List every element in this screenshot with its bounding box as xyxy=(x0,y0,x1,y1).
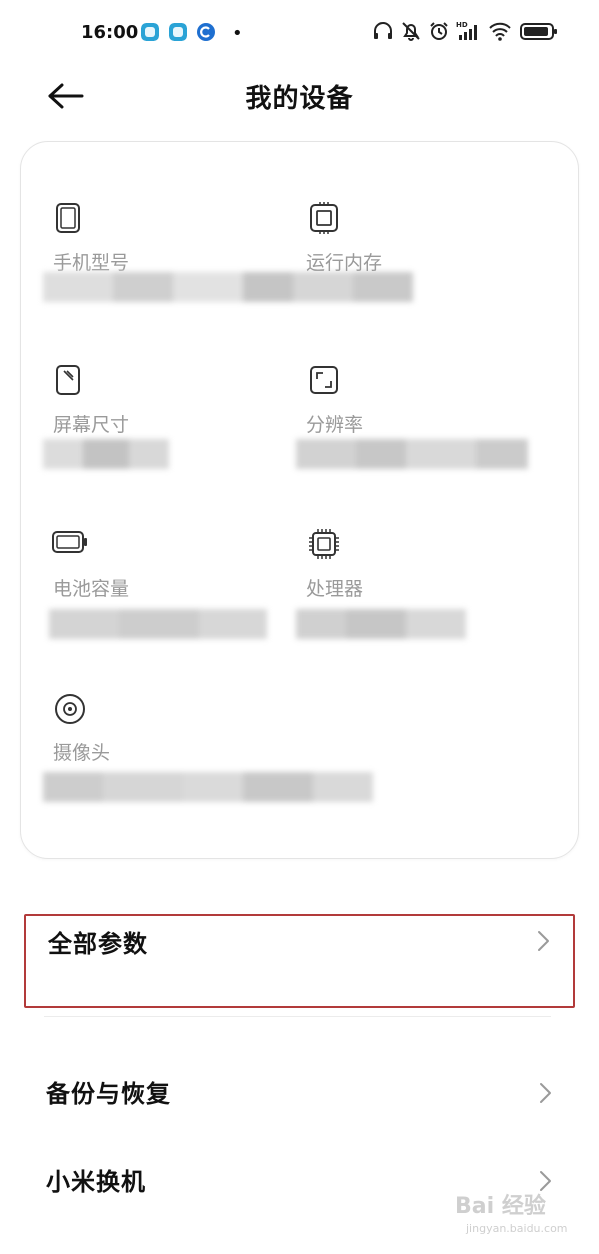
spec-label: 电池容量 xyxy=(53,578,130,600)
battery-outline-icon xyxy=(52,531,87,553)
backup-restore-row[interactable]: 备份与恢复 xyxy=(24,1058,575,1128)
resolution-icon xyxy=(310,366,338,394)
spec-label: 分辨率 xyxy=(306,414,364,436)
row-label: 全部参数 xyxy=(48,930,148,958)
hd-label: HD xyxy=(456,21,468,29)
spec-label: 屏幕尺寸 xyxy=(53,414,130,436)
signal-hd-icon: HD xyxy=(456,21,477,40)
camera-lens-icon xyxy=(55,694,85,724)
redacted-value xyxy=(296,439,528,469)
status-time: 16:00 xyxy=(81,22,139,43)
spec-label: 运行内存 xyxy=(306,252,383,274)
spec-label: 摄像头 xyxy=(53,742,111,764)
spec-phone-model: 手机型号 xyxy=(53,202,129,274)
spec-battery: 电池容量 xyxy=(51,528,129,600)
spec-resolution: 分辨率 xyxy=(306,364,363,436)
spec-camera: 摄像头 xyxy=(53,692,110,764)
watermark-url: jingyan.baidu.com xyxy=(466,1222,568,1235)
redacted-value xyxy=(296,609,466,639)
spec-label: 处理器 xyxy=(306,578,364,600)
app-notification-icon xyxy=(197,23,215,41)
device-info-card[interactable]: 手机型号 运行内存 屏幕尺寸 分辨率 电池容量 处理器 摄像头 xyxy=(20,141,579,859)
alarm-icon xyxy=(430,22,448,40)
status-bar: 16:00 • HD xyxy=(0,0,599,62)
spec-screen-size: 屏幕尺寸 xyxy=(53,364,129,436)
phone-outline-icon xyxy=(56,203,80,233)
chevron-right-icon xyxy=(538,931,549,951)
redacted-value xyxy=(43,272,423,302)
page-title: 我的设备 xyxy=(245,84,354,114)
all-parameters-row[interactable]: 全部参数 xyxy=(24,914,575,1008)
divider xyxy=(44,1016,551,1017)
watermark: Bai 经验 xyxy=(455,1194,546,1219)
spec-processor: 处理器 xyxy=(306,528,363,600)
spec-ram: 运行内存 xyxy=(306,202,382,274)
redacted-value xyxy=(43,772,373,802)
app-notification-icon xyxy=(169,23,187,41)
redacted-value xyxy=(43,439,169,469)
more-notifications-dot: • xyxy=(232,23,243,44)
processor-icon xyxy=(309,529,339,559)
redacted-value xyxy=(49,609,267,639)
wifi-icon xyxy=(489,22,511,41)
app-notification-icon xyxy=(141,23,159,41)
memory-chip-icon xyxy=(310,202,338,234)
chevron-right-icon xyxy=(540,1083,551,1103)
row-label: 小米换机 xyxy=(46,1168,146,1196)
battery-icon xyxy=(520,23,557,40)
bell-muted-icon xyxy=(402,22,420,41)
row-label: 备份与恢复 xyxy=(46,1080,171,1108)
headphones-icon xyxy=(374,22,392,39)
screen-size-icon xyxy=(56,365,80,395)
spec-label: 手机型号 xyxy=(53,252,130,274)
